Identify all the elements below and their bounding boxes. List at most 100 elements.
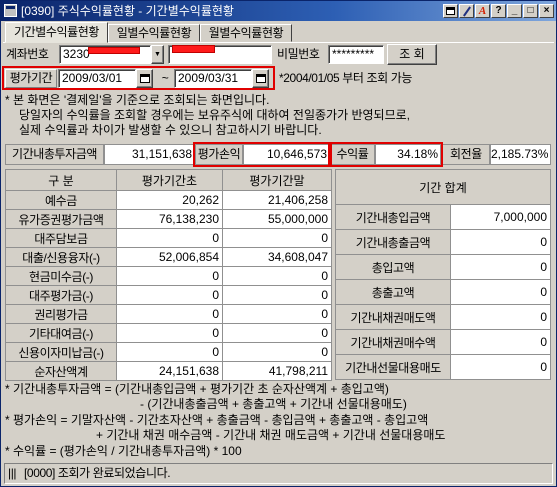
table-row: 대출/신용융자(-) 52,006,854 34,608,047 [5,247,332,267]
table-row: 순자산액계 24,151,638 41,798,211 [5,361,332,381]
maximize-icon[interactable]: □ [523,4,538,18]
period-start-value: 0 [116,266,223,286]
table-row: 현금미수금(-) 0 0 [5,266,332,286]
window-icon[interactable] [443,4,458,18]
app-window: [0390] 주식수익률현황 - 기간별수익률현황 A ? _ □ × 기간별수… [0,0,557,487]
table-row: 총출고액 0 [335,279,551,305]
end-date-picker-button[interactable] [252,69,269,88]
status-grip-icon: ||| [8,466,17,480]
row-label: 권리평가금 [5,304,117,324]
status-message: [0000] 조회가 완료되었습니다. [24,466,171,480]
header-period-total: 기간 합계 [335,169,551,205]
period-end-value: 0 [222,285,332,305]
row-value: 0 [450,354,551,380]
total-investment-label: 기간내총투자금액 [5,144,104,165]
link-icon[interactable] [459,4,474,18]
title-bar[interactable]: [0390] 주식수익률현황 - 기간별수익률현황 A ? _ □ × [1,1,556,21]
row-label: 현금미수금(-) [5,266,117,286]
date-range-separator: ~ [161,71,169,85]
formula-line: - (기간내총출금액 + 총출고액 + 기간내 선물대용매도) [140,397,407,411]
row-value: 0 [450,229,551,255]
asset-table: 구 분 평가기간초 평가기간말 예수금 20,262 21,406,258 유가… [5,169,332,381]
period-end-value: 55,000,000 [222,209,332,229]
row-value: 0 [450,304,551,330]
table-row: 대주담보금 0 0 [5,228,332,248]
row-label: 순자산액계 [5,361,117,381]
table-row: 기간내선물대용매도 0 [335,354,551,380]
redaction-mark [88,47,140,54]
tab-monthly-returns[interactable]: 월별수익률현황 [200,24,292,42]
close-icon[interactable]: × [539,4,554,18]
window-glyph [446,7,455,15]
start-date-input[interactable]: 2009/03/01 [58,69,136,88]
row-label: 기타대여금(-) [5,323,117,343]
formula-line: * 평가손익 = 기말자산액 - 기간초자산액 + 총출금액 - 총입금액 + … [5,413,429,427]
period-start-value: 0 [116,285,223,305]
minimize-icon[interactable]: _ [507,4,522,18]
table-row: 대주평가금(-) 0 0 [5,285,332,305]
profit-loss-label: 평가손익 [195,144,243,165]
period-start-value: 52,006,854 [116,247,223,267]
period-start-value: 24,151,638 [116,361,223,381]
total-investment-value: 31,151,638 [104,144,195,165]
period-end-value: 41,798,211 [222,361,332,381]
calendar-icon [140,74,150,83]
end-date-input[interactable]: 2009/03/31 [174,69,252,88]
font-icon[interactable]: A [475,4,490,18]
header-category: 구 분 [5,169,117,191]
table-row: 기간내총출금액 0 [335,229,551,255]
help-icon[interactable]: ? [491,4,506,18]
table-row: 신용이자미납금(-) 0 0 [5,342,332,362]
formula-line: * 기간내총투자금액 = (기간내총입금액 + 평가기간 초 순자산액계 + 총… [5,382,389,396]
formula-line: + 기간내 채권 매수금액 - 기간내 채권 매도금액 + 기간내 선물대용매도 [96,428,446,442]
status-bar: ||| [0000] 조회가 완료되었습니다. [4,463,553,484]
link-glyph [463,6,471,17]
table-header-row: 구 분 평가기간초 평가기간말 [5,169,332,191]
header-period-end: 평가기간말 [222,169,332,191]
row-label: 대주담보금 [5,228,117,248]
calendar-icon [256,74,266,83]
table-header-row: 기간 합계 [335,169,551,205]
start-date-picker-button[interactable] [136,69,153,88]
turnover-value: 2,185.73% [490,144,551,165]
row-label: 대주평가금(-) [5,285,117,305]
chevron-down-icon[interactable]: ▼ [151,45,164,64]
row-label: 기간내총출금액 [335,229,451,255]
return-rate-label: 수익률 [330,144,375,165]
row-label: 총출고액 [335,279,451,305]
tab-period-returns[interactable]: 기간별수익률현황 [5,22,108,43]
tab-daily-returns[interactable]: 일별수익률현황 [108,24,200,42]
row-value: 0 [450,279,551,305]
period-end-value: 34,608,047 [222,247,332,267]
profit-loss-value: 10,646,573 [243,144,330,165]
title-button-group: A ? _ □ × [443,4,554,18]
header-period-start: 평가기간초 [116,169,223,191]
period-start-value: 20,262 [116,190,223,210]
table-row: 기간내채권매도액 0 [335,304,551,330]
query-range-note: *2004/01/05 부터 조회 가능 [279,71,412,85]
row-label: 기간내채권매도액 [335,304,451,330]
table-row: 예수금 20,262 21,406,258 [5,190,332,210]
row-label: 기간내채권매수액 [335,329,451,355]
note-line: * 본 화면은 '결제일'을 기준으로 조회되는 화면입니다. [5,93,270,107]
password-label: 비밀번호 [277,47,320,61]
row-label: 기간내선물대용매도 [335,354,451,380]
redaction-mark [172,45,215,53]
app-window-icon[interactable] [4,4,17,17]
period-start-value: 0 [116,304,223,324]
row-label: 기간내총입금액 [335,204,451,230]
period-end-value: 0 [222,323,332,343]
row-label: 유가증권평가금액 [5,209,117,229]
table-row: 기간내총입금액 7,000,000 [335,204,551,230]
row-value: 7,000,000 [450,204,551,230]
table-row: 총입고액 0 [335,254,551,280]
table-row: 기타대여금(-) 0 0 [5,323,332,343]
period-end-value: 21,406,258 [222,190,332,210]
row-label: 예수금 [5,190,117,210]
search-button[interactable]: 조 회 [387,44,437,65]
row-label: 신용이자미납금(-) [5,342,117,362]
table-row: 유가증권평가금액 76,138,230 55,000,000 [5,209,332,229]
table-row: 기간내채권매수액 0 [335,329,551,355]
period-end-value: 0 [222,342,332,362]
password-field[interactable]: ********* [328,45,384,64]
